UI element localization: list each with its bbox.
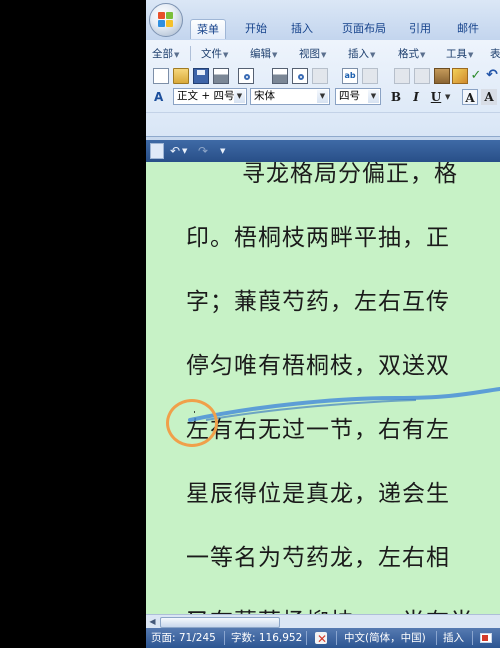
status-separator — [224, 631, 225, 645]
customize-toolbar-icon[interactable]: ▼ — [220, 143, 225, 159]
menu-insert-label: 插入 — [348, 48, 369, 60]
char-shading-button[interactable]: A — [481, 89, 497, 105]
status-separator — [436, 631, 437, 645]
menu-file-label: 文件 — [201, 48, 222, 60]
chevron-down-icon: ▼ — [223, 51, 229, 59]
menu-table-label: 表 — [490, 48, 500, 60]
print-icon[interactable] — [272, 68, 288, 84]
office-logo-icon — [158, 12, 174, 28]
mouse-highlight-circle — [166, 399, 218, 447]
chevron-down-icon: ▼ — [468, 51, 474, 59]
menu-edit[interactable]: 编辑▼ — [250, 46, 277, 62]
i-beam-cursor-icon — [194, 411, 195, 413]
status-separator — [306, 631, 307, 645]
format-painter-icon[interactable] — [452, 68, 468, 84]
new-document-icon[interactable] — [153, 68, 169, 84]
font-dropdown-value: 宋体 — [254, 90, 275, 102]
menu-view-label: 视图 — [299, 48, 320, 60]
chevron-down-icon: ▼ — [317, 90, 328, 103]
chevron-down-icon: ▼ — [234, 90, 245, 103]
styles-icon[interactable]: A — [154, 89, 170, 105]
checkmark-icon[interactable]: ✓ — [468, 68, 484, 84]
office-button[interactable] — [149, 3, 183, 37]
redo-icon[interactable]: ↷ — [198, 143, 208, 159]
paste-icon[interactable] — [434, 68, 450, 84]
page-indicator[interactable]: 页面: 71/245 — [151, 628, 216, 648]
page-view-icon[interactable] — [312, 68, 328, 84]
font-size-dropdown-value: 四号 — [339, 90, 360, 102]
chevron-down-icon[interactable]: ▼ — [445, 90, 461, 106]
style-dropdown[interactable]: 正文 + 四号 ▼ — [173, 88, 247, 105]
status-bar: 页面: 71/245 字数: 116,952 ✕ 中文(简体，中国) 插入 — [146, 628, 500, 648]
horizontal-scrollbar[interactable]: ◀ — [146, 614, 500, 629]
word-count[interactable]: 字数: 116,952 — [231, 628, 302, 648]
ribbon-panel: 全部▼ 文件▼ 编辑▼ 视图▼ 插入▼ 格式▼ 工具▼ 表 ab ✓ ↶ A 正… — [146, 40, 500, 137]
tab-home[interactable]: 开始 — [238, 19, 274, 39]
menu-tools-label: 工具 — [446, 48, 467, 60]
proofing-icon[interactable]: ✕ — [315, 628, 329, 648]
language-indicator[interactable]: 中文(简体，中国) — [344, 628, 426, 648]
macro-record-icon[interactable] — [480, 628, 494, 648]
tab-menu[interactable]: 菜单 — [190, 19, 226, 39]
ribbon-tab-bar: 菜单 开始 插入 页面布局 引用 邮件 — [146, 0, 500, 41]
chevron-down-icon: ▼ — [321, 51, 327, 59]
scroll-left-icon[interactable]: ◀ — [147, 616, 158, 627]
chevron-down-icon: ▼ — [272, 51, 278, 59]
copy-icon[interactable] — [414, 68, 430, 84]
menu-insert[interactable]: 插入▼ — [348, 46, 375, 62]
tab-references[interactable]: 引用 — [402, 19, 438, 39]
bold-button[interactable]: B — [388, 89, 404, 105]
print-preview-icon[interactable] — [292, 68, 308, 84]
cut-icon[interactable] — [394, 68, 410, 84]
status-separator — [472, 631, 473, 645]
menu-format-label: 格式 — [398, 48, 419, 60]
tab-insert[interactable]: 插入 — [284, 19, 320, 39]
spell-check-icon[interactable]: ab — [342, 68, 358, 84]
word-processor-window: 菜单 开始 插入 页面布局 引用 邮件 全部▼ 文件▼ 编辑▼ 视图▼ 插入▼ … — [146, 0, 500, 648]
menu-edit-label: 编辑 — [250, 48, 271, 60]
save-icon[interactable] — [193, 68, 209, 84]
open-folder-icon[interactable] — [173, 68, 189, 84]
menu-separator — [190, 46, 191, 61]
chevron-down-icon: ▼ — [368, 90, 379, 103]
status-separator — [336, 631, 337, 645]
menu-format[interactable]: 格式▼ — [398, 46, 425, 62]
tab-mailings[interactable]: 邮件 — [450, 19, 486, 39]
menu-view[interactable]: 视图▼ — [299, 46, 326, 62]
chevron-down-icon: ▼ — [420, 51, 426, 59]
document-page[interactable]: 寻龙格局分偏正，格 印。梧桐枝两畔平抽，正 字；蒹葭芍药，左右互传 停匀唯有梧桐… — [146, 162, 500, 614]
underline-button[interactable]: U — [428, 89, 444, 105]
permission-icon[interactable] — [238, 68, 254, 84]
undo-icon[interactable]: ↶ — [484, 68, 500, 84]
scrollbar-thumb[interactable] — [160, 617, 280, 628]
chevron-down-icon: ▼ — [174, 51, 180, 59]
menu-file[interactable]: 文件▼ — [201, 46, 228, 62]
chevron-down-icon: ▼ — [370, 51, 376, 59]
quick-access-toolbar: ↶ ▼ ↷ ▼ — [146, 140, 500, 162]
research-icon[interactable] — [362, 68, 378, 84]
save-as-icon[interactable] — [213, 68, 229, 84]
ribbon-divider — [146, 112, 500, 113]
menu-table[interactable]: 表 — [490, 46, 500, 62]
tab-page-layout[interactable]: 页面布局 — [336, 19, 392, 39]
insert-mode-indicator[interactable]: 插入 — [443, 628, 464, 648]
menu-all[interactable]: 全部▼ — [152, 46, 179, 62]
pen-annotation-stroke — [188, 387, 500, 422]
char-border-button[interactable]: A — [462, 89, 478, 105]
menu-all-label: 全部 — [152, 48, 173, 60]
style-dropdown-value: 正文 + 四号 — [177, 90, 235, 102]
save-icon[interactable] — [150, 143, 164, 159]
chevron-down-icon[interactable]: ▼ — [182, 143, 187, 159]
italic-button[interactable]: I — [408, 89, 424, 105]
undo-icon[interactable]: ↶ — [170, 143, 180, 159]
menu-tools[interactable]: 工具▼ — [446, 46, 473, 62]
font-size-dropdown[interactable]: 四号 ▼ — [335, 88, 381, 105]
font-dropdown[interactable]: 宋体 ▼ — [250, 88, 330, 105]
